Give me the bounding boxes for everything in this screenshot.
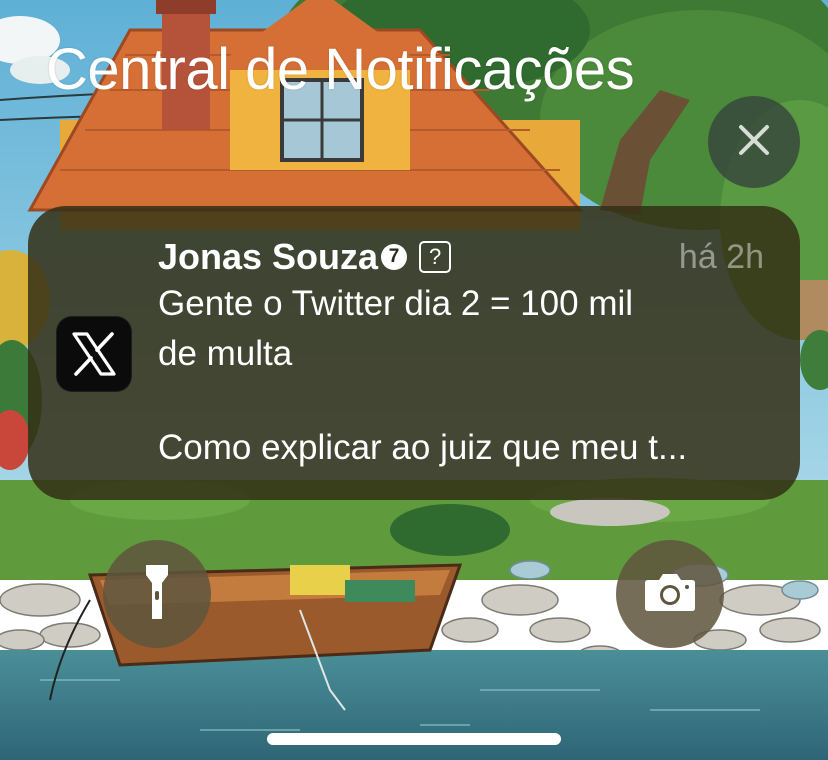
camera-button[interactable] <box>616 540 724 648</box>
x-app-icon <box>56 316 132 392</box>
notification-sender: Jonas Souza 7 ? <box>158 236 452 278</box>
notification-body-line-1: Gente o Twitter dia 2 = 100 mil <box>158 284 634 323</box>
page-title: Central de Notificações <box>46 37 635 102</box>
notification-card[interactable]: Jonas Souza 7 ? há 2h Gente o Twitter di… <box>28 206 800 500</box>
camera-icon <box>644 572 696 617</box>
clear-notifications-button[interactable] <box>708 96 800 188</box>
sender-name: Jonas Souza <box>158 236 379 277</box>
flashlight-button[interactable] <box>103 540 211 648</box>
unknown-glyph-badge: ? <box>419 241 452 273</box>
notification-body-line-3: Como explicar ao juiz que meu t... <box>158 428 688 467</box>
close-icon <box>737 123 771 162</box>
home-indicator[interactable] <box>267 733 561 745</box>
notification-body-line-2: de multa <box>158 334 293 373</box>
sender-badge: 7 <box>381 244 408 270</box>
notification-time: há 2h <box>678 238 764 276</box>
flashlight-icon <box>144 563 170 626</box>
